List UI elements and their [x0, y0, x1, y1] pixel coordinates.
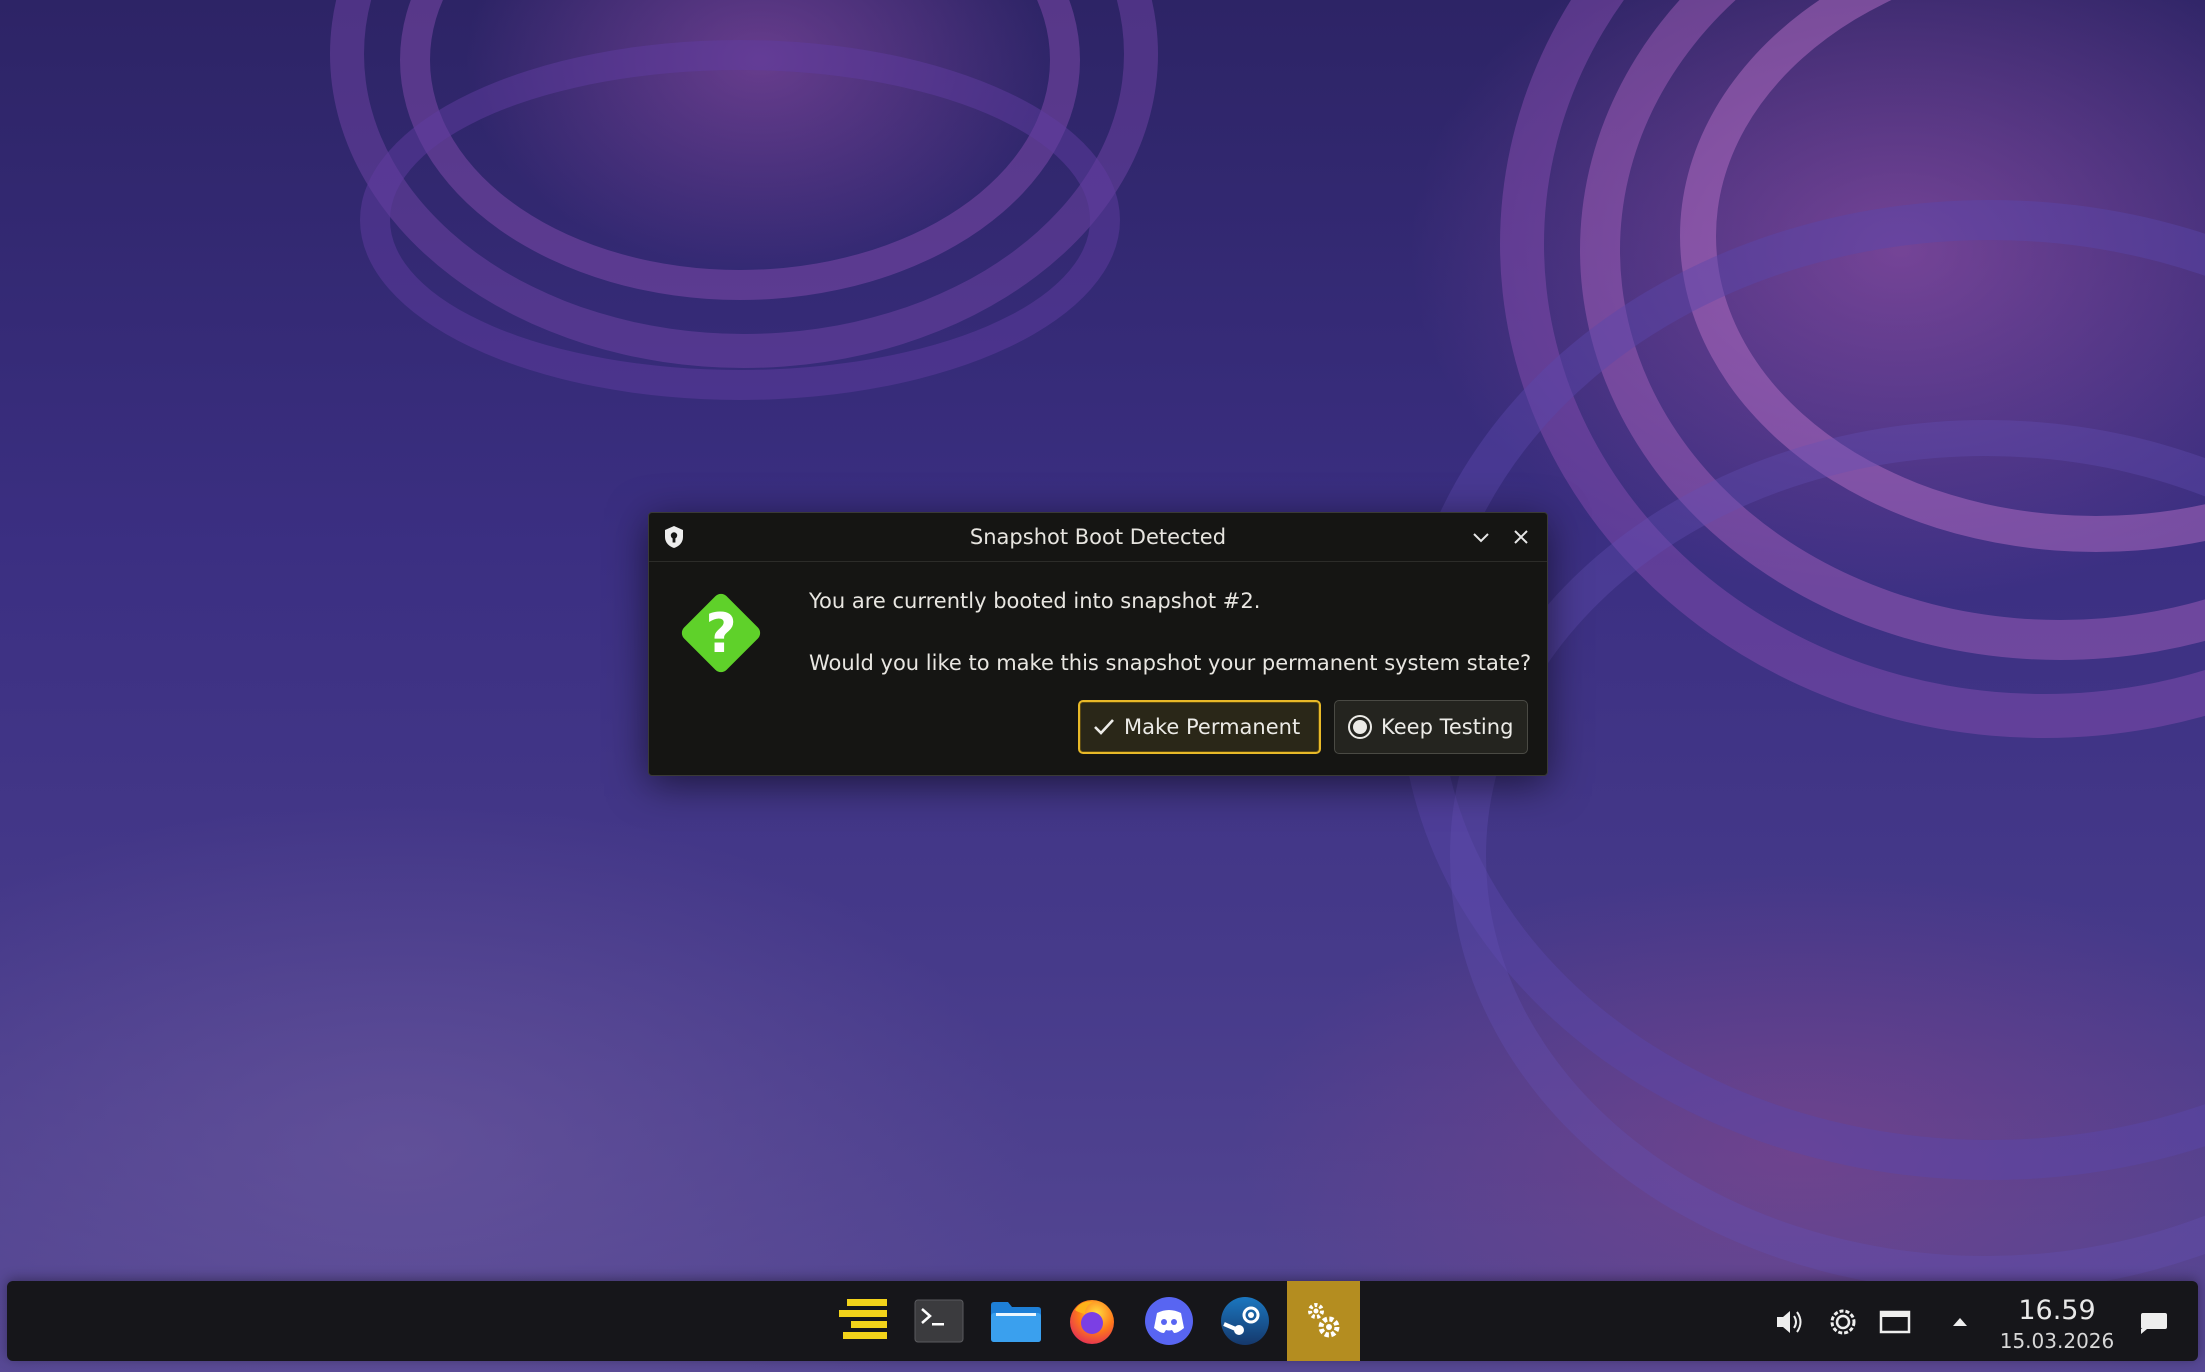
app-menu-icon[interactable] — [827, 1281, 900, 1361]
dialog-message-line2: Would you like to make this snapshot you… — [809, 651, 1532, 675]
display-icon[interactable] — [1878, 1305, 1912, 1339]
file-manager-icon[interactable] — [979, 1281, 1052, 1361]
steam-icon[interactable] — [1208, 1281, 1281, 1361]
brightness-icon[interactable] — [1826, 1305, 1860, 1339]
checkmark-icon — [1094, 719, 1114, 735]
snapshot-dialog: Snapshot Boot Detected ? You are current… — [648, 512, 1548, 776]
volume-icon[interactable] — [1773, 1305, 1807, 1339]
svg-text:?: ? — [705, 602, 736, 665]
wallpaper-ring — [360, 40, 1120, 400]
dialog-title: Snapshot Boot Detected — [969, 525, 1227, 549]
question-icon: ? — [681, 593, 761, 673]
record-icon — [1348, 715, 1372, 739]
make-permanent-label: Make Permanent — [1124, 715, 1301, 739]
clock-date[interactable]: 15.03.2026 — [1987, 1329, 2127, 1353]
keep-testing-label: Keep Testing — [1381, 715, 1514, 739]
clock-time[interactable]: 16.59 — [1987, 1295, 2127, 1326]
taskbar: 16.59 15.03.2026 — [7, 1281, 2198, 1361]
discord-icon[interactable] — [1132, 1281, 1205, 1361]
terminal-icon[interactable] — [902, 1281, 975, 1361]
dialog-titlebar[interactable]: Snapshot Boot Detected — [649, 513, 1547, 562]
dialog-message-line1: You are currently booted into snapshot #… — [809, 589, 1261, 613]
snapshot-settings-icon[interactable] — [1287, 1281, 1360, 1361]
notifications-icon[interactable] — [2137, 1305, 2171, 1339]
tray-expand-icon[interactable] — [1949, 1305, 1971, 1339]
firefox-icon[interactable] — [1055, 1281, 1128, 1361]
minimize-chevron-icon[interactable] — [1467, 523, 1495, 551]
close-icon[interactable] — [1507, 523, 1535, 551]
make-permanent-button[interactable]: Make Permanent — [1078, 700, 1321, 754]
keep-testing-button[interactable]: Keep Testing — [1334, 700, 1528, 754]
